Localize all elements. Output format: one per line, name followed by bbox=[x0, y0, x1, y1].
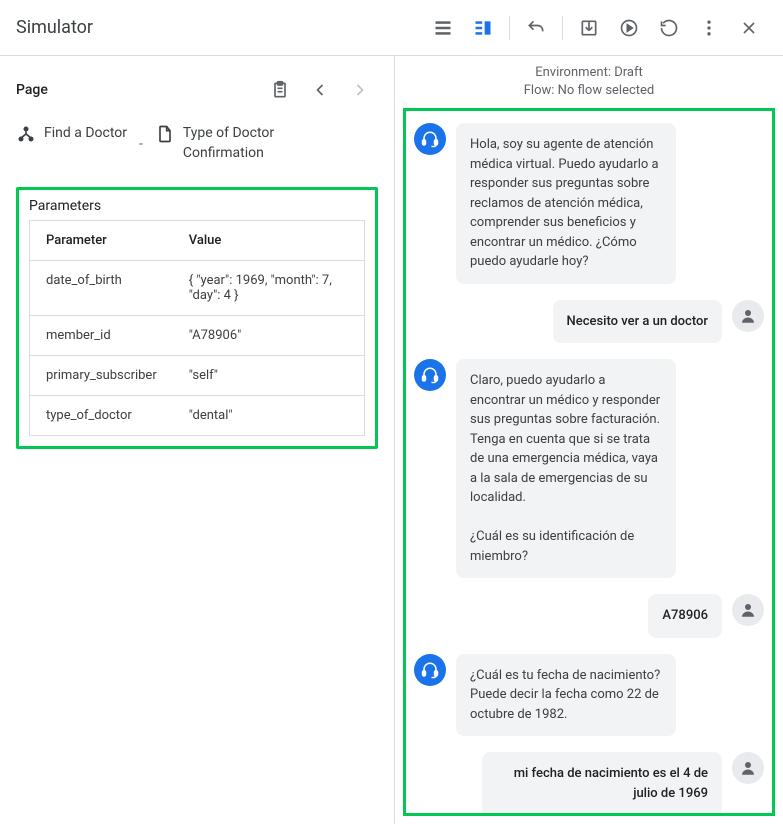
th-parameter: Parameter bbox=[30, 221, 173, 261]
param-name: member_id bbox=[30, 316, 173, 356]
breadcrumb-text: Find a Doctor bbox=[44, 124, 127, 144]
left-panel: Page Find bbox=[0, 56, 395, 824]
main: Page Find bbox=[0, 56, 783, 824]
message-bubble: A78906 bbox=[648, 594, 722, 638]
page-section: Page Find bbox=[16, 72, 378, 175]
page-title: Simulator bbox=[16, 17, 93, 38]
breadcrumb-item-page[interactable]: Type of Doctor Confirmation bbox=[155, 124, 283, 163]
view-list-icon[interactable] bbox=[425, 10, 461, 46]
undo-icon[interactable] bbox=[518, 10, 554, 46]
chat-container[interactable]: Hola, soy su agente de atención médica v… bbox=[403, 108, 775, 816]
table-row: type_of_doctor "dental" bbox=[30, 396, 365, 436]
divider bbox=[562, 16, 563, 40]
clipboard-icon[interactable] bbox=[262, 72, 298, 108]
more-icon[interactable] bbox=[691, 10, 727, 46]
divider bbox=[509, 16, 510, 40]
user-avatar bbox=[732, 300, 764, 332]
user-avatar bbox=[732, 752, 764, 784]
close-icon[interactable] bbox=[731, 10, 767, 46]
env-line: Environment: Draft bbox=[395, 64, 783, 82]
param-name: primary_subscriber bbox=[30, 356, 173, 396]
page-label: Page bbox=[16, 82, 48, 98]
agent-avatar bbox=[414, 123, 446, 155]
parameters-panel: Parameters Parameter Value date_of_birth… bbox=[16, 187, 378, 449]
user-message: A78906 bbox=[414, 594, 764, 638]
parameters-table: Parameter Value date_of_birth { "year": … bbox=[29, 220, 365, 436]
page-nav bbox=[262, 72, 378, 108]
table-row: date_of_birth { "year": 1969, "month": 7… bbox=[30, 261, 365, 316]
breadcrumb-separator: - bbox=[135, 136, 147, 152]
message-bubble: ¿Cuál es tu fecha de nacimiento? Puede d… bbox=[456, 654, 676, 737]
message-bubble: Claro, puedo ayudarlo a encontrar un méd… bbox=[456, 359, 676, 578]
breadcrumb-item-flow[interactable]: Find a Doctor bbox=[16, 124, 127, 144]
agent-message: Claro, puedo ayudarlo a encontrar un méd… bbox=[414, 359, 764, 578]
param-name: date_of_birth bbox=[30, 261, 173, 316]
message-bubble: Hola, soy su agente de atención médica v… bbox=[456, 123, 676, 284]
message-bubble: Necesito ver a un doctor bbox=[553, 300, 722, 344]
param-value: "dental" bbox=[173, 396, 365, 436]
save-icon[interactable] bbox=[571, 10, 607, 46]
agent-message: Hola, soy su agente de atención médica v… bbox=[414, 123, 764, 284]
table-row: primary_subscriber "self" bbox=[30, 356, 365, 396]
param-name: type_of_doctor bbox=[30, 396, 173, 436]
message-bubble: mi fecha de nacimiento es el 4 de julio … bbox=[482, 752, 722, 815]
agent-avatar bbox=[414, 359, 446, 391]
flow-line: Flow: No flow selected bbox=[395, 82, 783, 100]
user-avatar bbox=[732, 594, 764, 626]
header-actions bbox=[425, 10, 767, 46]
header: Simulator bbox=[0, 0, 783, 56]
breadcrumb-text: Type of Doctor Confirmation bbox=[183, 124, 283, 163]
th-value: Value bbox=[173, 221, 365, 261]
page-icon bbox=[155, 124, 175, 144]
prev-icon[interactable] bbox=[302, 72, 338, 108]
right-panel: Environment: Draft Flow: No flow selecte… bbox=[395, 56, 783, 824]
reset-icon[interactable] bbox=[651, 10, 687, 46]
breadcrumb: Find a Doctor - Type of Doctor Confirmat… bbox=[16, 120, 378, 175]
view-split-icon[interactable] bbox=[465, 10, 501, 46]
play-icon[interactable] bbox=[611, 10, 647, 46]
environment-info: Environment: Draft Flow: No flow selecte… bbox=[395, 56, 783, 104]
param-value: "self" bbox=[173, 356, 365, 396]
parameters-title: Parameters bbox=[19, 190, 375, 220]
flow-icon bbox=[16, 124, 36, 144]
agent-avatar bbox=[414, 654, 446, 686]
agent-message: ¿Cuál es tu fecha de nacimiento? Puede d… bbox=[414, 654, 764, 737]
next-icon[interactable] bbox=[342, 72, 378, 108]
table-row: member_id "A78906" bbox=[30, 316, 365, 356]
param-value: "A78906" bbox=[173, 316, 365, 356]
user-message: Necesito ver a un doctor bbox=[414, 300, 764, 344]
param-value: { "year": 1969, "month": 7, "day": 4 } bbox=[173, 261, 365, 316]
page-header: Page bbox=[16, 72, 378, 108]
user-message: mi fecha de nacimiento es el 4 de julio … bbox=[414, 752, 764, 815]
